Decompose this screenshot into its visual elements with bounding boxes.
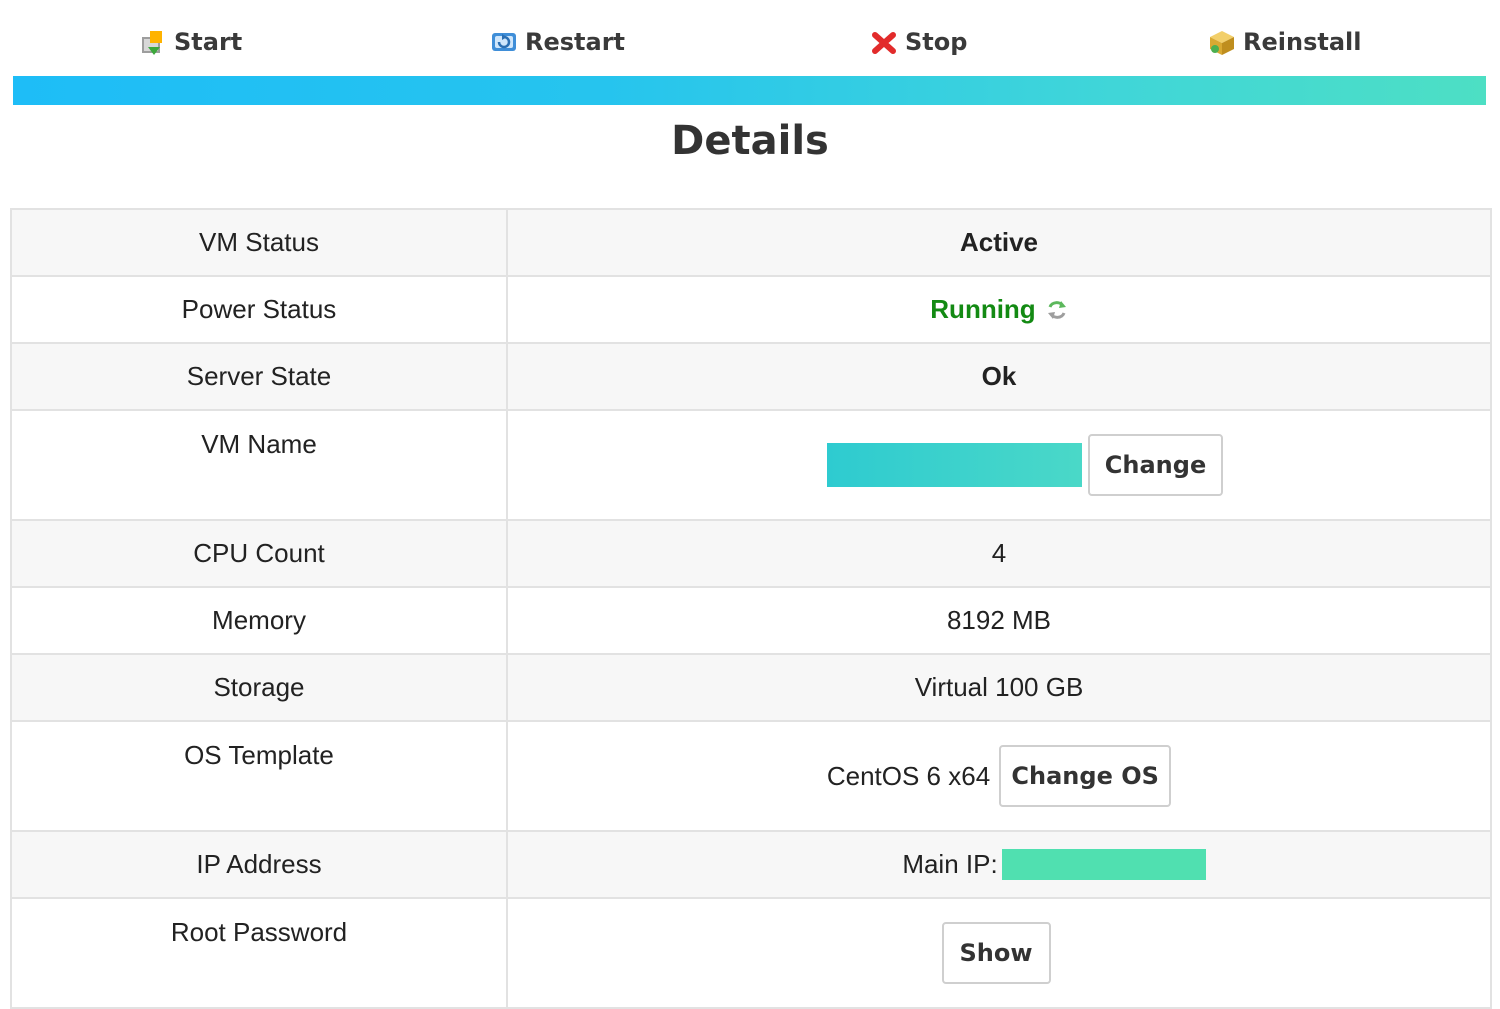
reinstall-button[interactable]: Reinstall: [1207, 22, 1361, 62]
refresh-icon[interactable]: [1046, 298, 1068, 322]
start-label: Start: [174, 28, 243, 56]
row-power-status: Power Status Running: [10, 275, 1492, 344]
vm-status-value: Active: [506, 208, 1492, 277]
row-storage: Storage Virtual 100 GB: [10, 653, 1492, 722]
power-status-label: Power Status: [10, 275, 508, 344]
row-ip-address: IP Address Main IP:: [10, 830, 1492, 899]
row-memory: Memory 8192 MB: [10, 586, 1492, 655]
root-password-label: Root Password: [10, 897, 508, 1009]
action-toolbar: Start Restart Stop Reinstall: [0, 0, 1500, 76]
row-os-template: OS Template CentOS 6 x64 Change OS: [10, 720, 1492, 832]
page-title: Details: [671, 118, 829, 164]
vm-name-redacted: [827, 443, 1082, 487]
restart-button[interactable]: Restart: [489, 22, 625, 62]
os-template-label: OS Template: [10, 720, 508, 832]
root-password-cell: Show: [506, 897, 1492, 1009]
main-ip-prefix: Main IP:: [902, 849, 998, 879]
stop-button[interactable]: Stop: [869, 22, 967, 62]
row-vm-status: VM Status Active: [10, 208, 1492, 277]
accent-bar: [13, 76, 1486, 105]
change-os-button[interactable]: Change OS: [999, 745, 1172, 807]
cpu-count-value: 4: [506, 519, 1492, 588]
details-table: VM Status Active Power Status Running Se…: [10, 208, 1492, 1009]
row-vm-name: VM Name Change: [10, 409, 1492, 521]
vm-name-cell: Change: [506, 409, 1492, 521]
show-password-button[interactable]: Show: [941, 922, 1051, 984]
cpu-count-label: CPU Count: [10, 519, 508, 588]
start-button[interactable]: Start: [138, 22, 242, 62]
restart-icon: [489, 27, 519, 57]
os-template-cell: CentOS 6 x64 Change OS: [506, 720, 1492, 832]
ip-address-label: IP Address: [10, 830, 508, 899]
stop-icon: [869, 27, 899, 57]
reinstall-label: Reinstall: [1243, 28, 1362, 56]
os-template-value: CentOS 6 x64: [826, 760, 991, 791]
power-status-cell: Running: [506, 275, 1492, 344]
storage-label: Storage: [10, 653, 508, 722]
change-name-button[interactable]: Change: [1088, 434, 1223, 496]
server-state-label: Server State: [10, 342, 508, 411]
restart-label: Restart: [525, 28, 626, 56]
power-status-value: Running: [930, 294, 1036, 324]
memory-label: Memory: [10, 586, 508, 655]
ip-redacted: [1001, 849, 1206, 880]
row-server-state: Server State Ok: [10, 342, 1492, 411]
stop-label: Stop: [905, 28, 968, 56]
memory-value: 8192 MB: [506, 586, 1492, 655]
server-state-value: Ok: [506, 342, 1492, 411]
ip-address-cell: Main IP:: [506, 830, 1492, 899]
storage-value: Virtual 100 GB: [506, 653, 1492, 722]
vm-name-label: VM Name: [10, 409, 508, 521]
reinstall-icon: [1207, 27, 1237, 57]
row-root-password: Root Password Show: [10, 897, 1492, 1009]
row-cpu-count: CPU Count 4: [10, 519, 1492, 588]
vm-status-label: VM Status: [10, 208, 508, 277]
start-icon: [138, 27, 168, 57]
